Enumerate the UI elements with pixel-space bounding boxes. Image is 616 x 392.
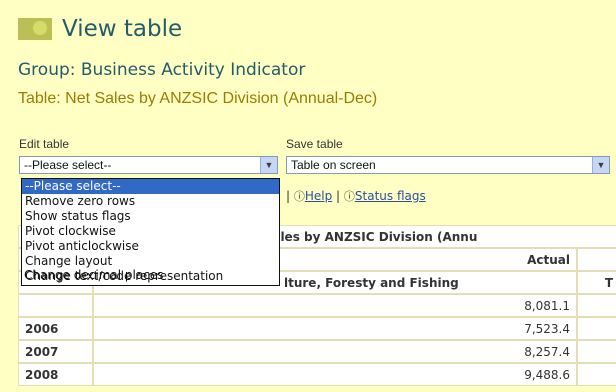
row-year: 2008 bbox=[18, 363, 93, 386]
toolbar-links: | ⓘHelp | ⓘStatus flags bbox=[286, 188, 426, 204]
dropdown-option[interactable]: Remove zero rows bbox=[22, 194, 279, 209]
page-header: View table bbox=[18, 12, 182, 46]
edit-table-selected-value: --Please select-- bbox=[24, 158, 112, 172]
row-year: 2007 bbox=[18, 340, 93, 363]
dropdown-option[interactable]: Pivot clockwise bbox=[22, 224, 279, 239]
table-row: 2006 7,523.4 bbox=[18, 317, 616, 340]
save-table-label: Save table bbox=[286, 137, 343, 151]
column-group-header-extra bbox=[577, 248, 616, 271]
row-year bbox=[18, 294, 93, 317]
edit-table-label: Edit table bbox=[19, 137, 70, 151]
chevron-down-icon[interactable]: ▼ bbox=[260, 157, 277, 173]
row-value: 9,488.6 bbox=[93, 363, 577, 386]
row-extra bbox=[577, 340, 616, 363]
row-value: 8,081.1 bbox=[93, 294, 577, 317]
row-value: 8,257.4 bbox=[93, 340, 577, 363]
chevron-down-icon[interactable]: ▼ bbox=[592, 157, 609, 173]
dropdown-option[interactable]: Change layout bbox=[22, 254, 279, 269]
dropdown-option[interactable]: Show status flags bbox=[22, 209, 279, 224]
help-link[interactable]: Help bbox=[305, 189, 332, 203]
column-header-extra: T bbox=[577, 271, 616, 294]
table-row: 2007 8,257.4 bbox=[18, 340, 616, 363]
row-year: 2006 bbox=[18, 317, 93, 340]
row-extra bbox=[577, 294, 616, 317]
row-value: 7,523.4 bbox=[93, 317, 577, 340]
table-title: Table: Net Sales by ANZSIC Division (Ann… bbox=[18, 90, 378, 107]
separator: | bbox=[286, 189, 294, 203]
dropdown-option[interactable]: --Please select-- bbox=[22, 179, 279, 194]
table-row: 8,081.1 bbox=[18, 294, 616, 317]
dropdown-option[interactable]: Pivot anticlockwise bbox=[22, 239, 279, 254]
page-title: View table bbox=[62, 16, 183, 42]
status-flags-link[interactable]: Status flags bbox=[355, 189, 426, 203]
help-icon[interactable]: ⓘ bbox=[294, 190, 305, 203]
row-extra bbox=[577, 363, 616, 386]
group-title: Group: Business Activity Indicator bbox=[18, 60, 306, 80]
separator: | bbox=[336, 189, 344, 203]
table-row: 2008 9,488.6 bbox=[18, 363, 616, 386]
dropdown-option-last[interactable]: Change decimal places bbox=[24, 268, 163, 283]
logo-icon bbox=[18, 18, 52, 40]
row-extra bbox=[577, 317, 616, 340]
save-table-selected-value: Table on screen bbox=[291, 158, 376, 172]
help-icon[interactable]: ⓘ bbox=[344, 190, 355, 203]
save-table-select[interactable]: Table on screen ▼ bbox=[286, 156, 610, 174]
edit-table-select[interactable]: --Please select-- ▼ bbox=[19, 156, 278, 174]
